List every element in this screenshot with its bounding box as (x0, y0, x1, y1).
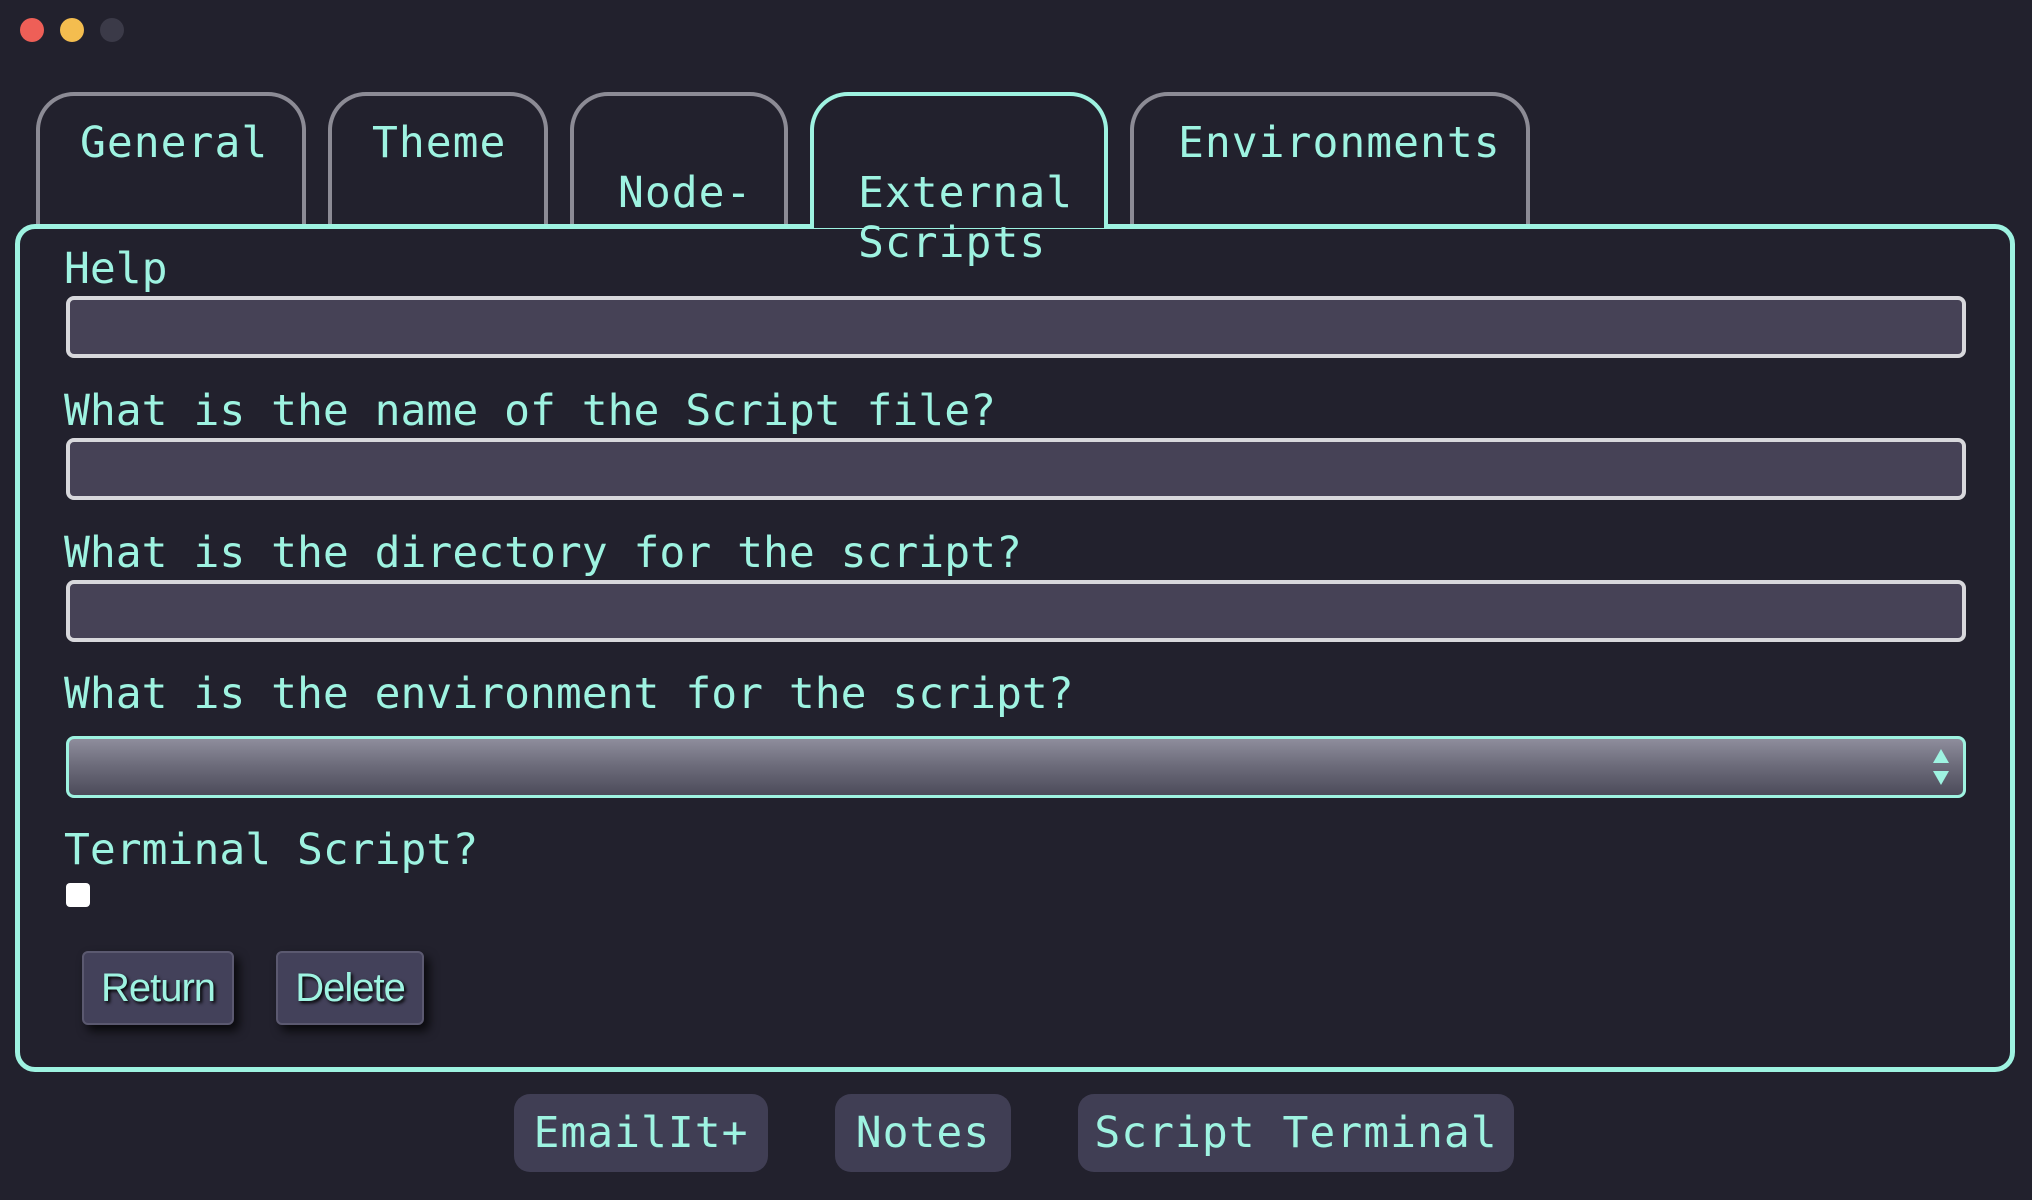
delete-button[interactable]: Delete (276, 951, 424, 1025)
script-name-label: What is the name of the Script file? (64, 386, 996, 436)
external-scripts-panel: Help What is the name of the Script file… (15, 224, 2015, 1072)
tab-theme[interactable]: Theme (328, 92, 548, 224)
help-label: Help (64, 244, 168, 294)
environment-label: What is the environment for the script? (64, 669, 1074, 719)
directory-label: What is the directory for the script? (64, 528, 1022, 578)
tab-external-scripts[interactable]: External Scripts (810, 92, 1108, 268)
return-button[interactable]: Return (82, 951, 234, 1025)
terminal-script-checkbox[interactable] (66, 883, 90, 907)
maximize-window-button[interactable] (100, 18, 124, 42)
tab-environments-label: Environments (1178, 118, 1501, 168)
tab-theme-label: Theme (372, 118, 507, 168)
select-arrows-icon (1933, 749, 1949, 785)
tab-environments[interactable]: Environments (1130, 92, 1530, 224)
tab-general[interactable]: General (36, 92, 306, 224)
emailit-button[interactable]: EmailIt+ (514, 1094, 768, 1172)
window-controls (20, 18, 124, 42)
close-window-button[interactable] (20, 18, 44, 42)
tab-node-red[interactable]: Node- Red (570, 92, 788, 268)
environment-select[interactable] (66, 736, 1966, 798)
minimize-window-button[interactable] (60, 18, 84, 42)
script-terminal-button[interactable]: Script Terminal (1078, 1094, 1514, 1172)
tab-general-label: General (80, 118, 269, 168)
tab-external-scripts-label: External Scripts (858, 168, 1074, 268)
terminal-script-label: Terminal Script? (64, 825, 479, 875)
script-name-field[interactable] (66, 438, 1966, 500)
directory-field[interactable] (66, 580, 1966, 642)
help-field[interactable] (66, 296, 1966, 358)
notes-button[interactable]: Notes (835, 1094, 1011, 1172)
